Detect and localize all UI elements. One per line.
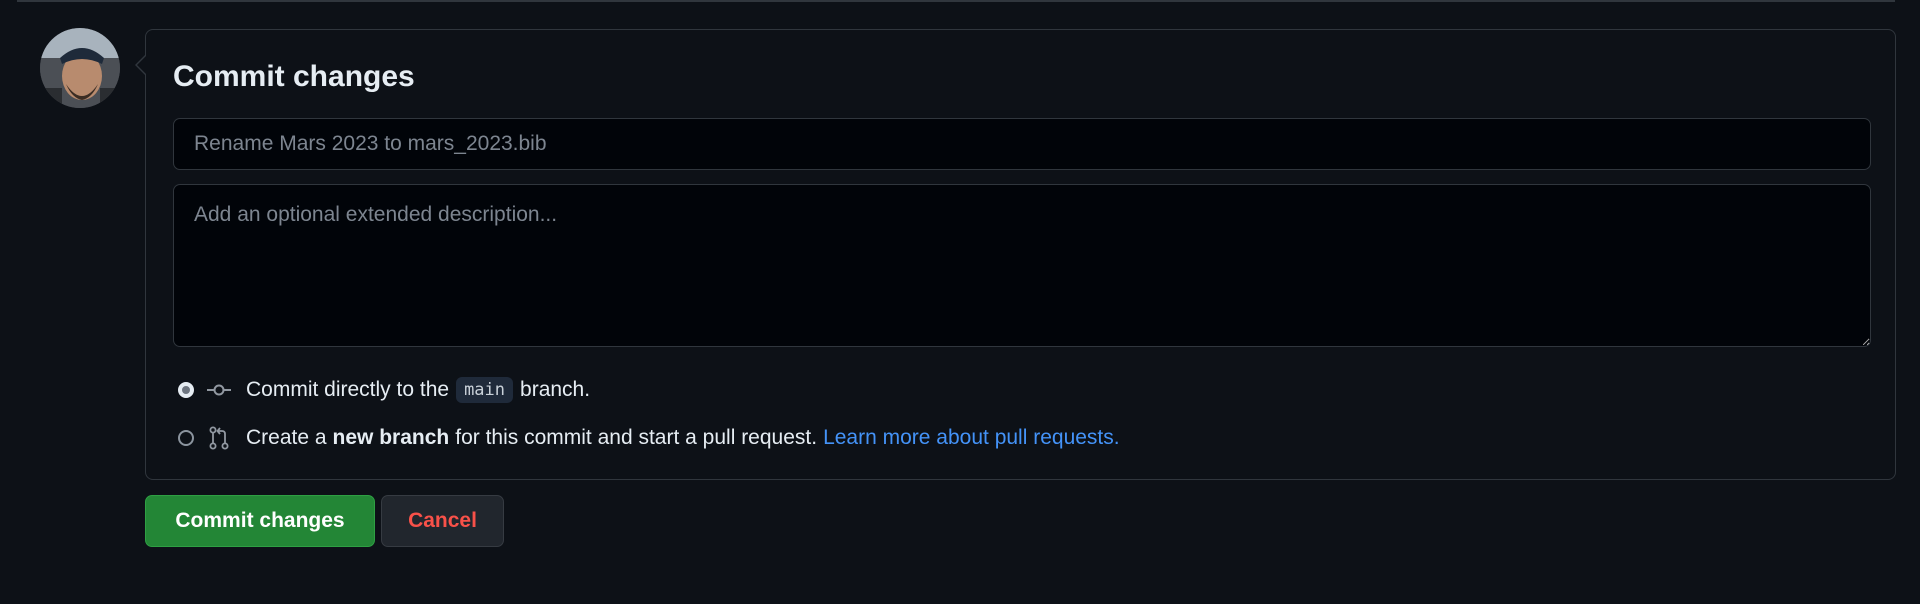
panel-pointer-inner <box>137 56 146 74</box>
learn-more-pull-requests-link[interactable]: Learn more about pull requests. <box>823 426 1120 450</box>
new-branch-prefix: Create a <box>246 426 327 449</box>
new-branch-emphasis: new branch <box>332 426 450 449</box>
commit-direct-radio[interactable] <box>178 382 194 398</box>
commit-direct-prefix: Commit directly to the <box>246 378 450 401</box>
cancel-button[interactable]: Cancel <box>381 495 504 547</box>
commit-changes-button[interactable]: Commit changes <box>145 495 375 547</box>
new-branch-option[interactable]: Create a new branch for this commit and … <box>178 423 1120 453</box>
commit-summary-input[interactable] <box>173 118 1871 170</box>
branch-name-code: main <box>456 377 514 403</box>
user-avatar[interactable] <box>40 28 120 108</box>
new-branch-suffix: for this commit and start a pull request… <box>455 426 818 449</box>
avatar-image <box>40 28 120 108</box>
commit-direct-suffix: branch. <box>520 378 591 401</box>
git-commit-icon <box>206 378 232 402</box>
new-branch-radio[interactable] <box>178 430 194 446</box>
git-pull-request-icon <box>206 426 232 450</box>
top-divider <box>17 0 1895 2</box>
commit-description-textarea[interactable] <box>173 184 1871 347</box>
commit-direct-option[interactable]: Commit directly to the main branch. <box>178 375 590 405</box>
commit-panel-title: Commit changes <box>173 60 415 93</box>
